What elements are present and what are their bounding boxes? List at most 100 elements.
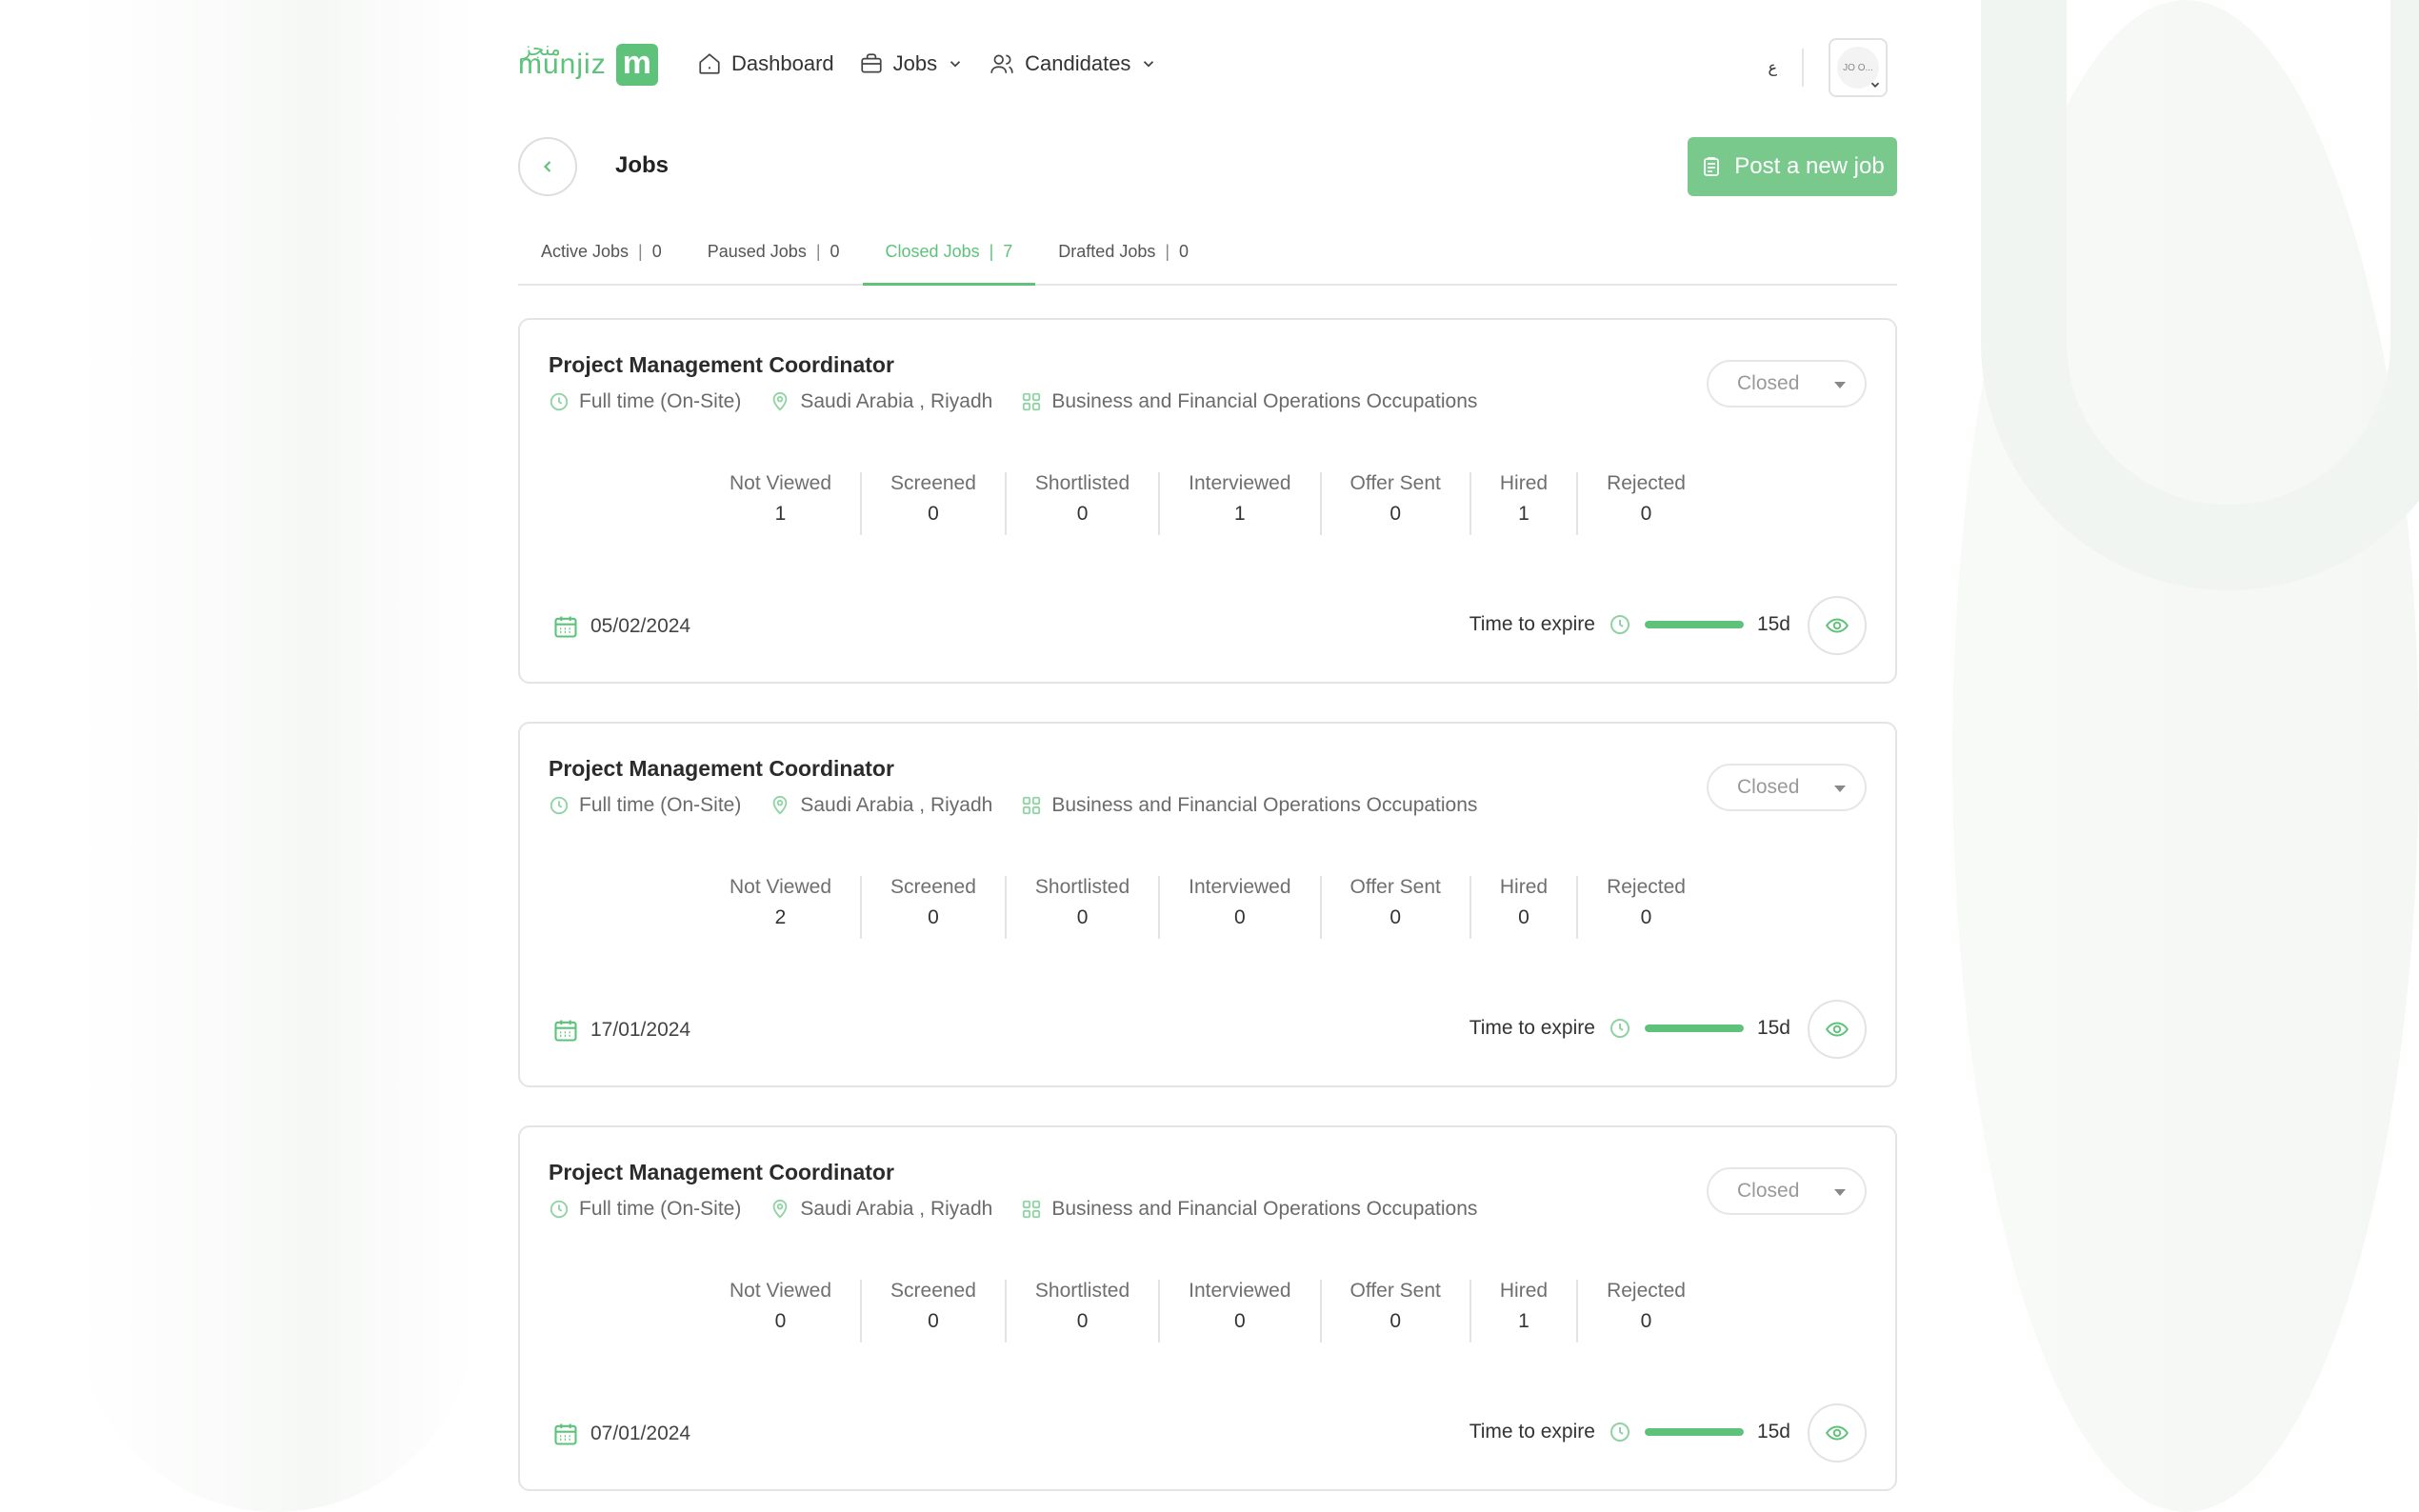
job-category-label: Business and Financial Operations Occupa… [1051, 1198, 1478, 1220]
view-job-button[interactable] [1808, 1000, 1867, 1059]
stat-offer-sent: Offer Sent 0 [1322, 1280, 1471, 1343]
stat-label: Screened [890, 472, 976, 494]
stat-label: Rejected [1607, 472, 1686, 494]
language-switch[interactable]: ع [1768, 58, 1777, 77]
job-title[interactable]: Project Management Coordinator [549, 1160, 894, 1185]
employment-type: Full time (On-Site) [549, 1198, 741, 1221]
job-status-dropdown[interactable]: Closed [1707, 764, 1867, 811]
location-pin-icon [773, 391, 788, 411]
nav-dashboard-label: Dashboard [731, 51, 834, 75]
expire-progress-fill [1644, 1025, 1744, 1032]
stat-screened: Screened 0 [862, 876, 1007, 939]
munjiz-logo[interactable]: منجز munjiz m [518, 39, 658, 86]
calendar-icon [554, 616, 577, 638]
job-location: Saudi Arabia , Riyadh [770, 794, 992, 817]
job-status-dropdown[interactable]: Closed [1707, 1167, 1867, 1215]
time-to-expire-value: 15d [1756, 1421, 1790, 1442]
job-status-value: Closed [1737, 1180, 1800, 1202]
job-title[interactable]: Project Management Coordinator [549, 352, 894, 378]
tab-count: 0 [1179, 242, 1190, 261]
tab-label: Drafted Jobs [1058, 242, 1156, 261]
job-status-dropdown[interactable]: Closed [1707, 360, 1867, 408]
stat-value: 0 [1640, 906, 1652, 928]
job-title[interactable]: Project Management Coordinator [549, 756, 894, 782]
employment-type: Full time (On-Site) [549, 390, 741, 413]
stat-not-viewed: Not Viewed 2 [701, 876, 863, 939]
stat-value: 0 [774, 1310, 787, 1332]
job-meta: Full time (On-Site) Saudi Arabia , Riyad… [549, 794, 1477, 817]
stat-offer-sent: Offer Sent 0 [1322, 472, 1471, 535]
stat-value: 0 [928, 1310, 939, 1332]
job-location: Saudi Arabia , Riyadh [770, 1198, 992, 1221]
user-avatar-menu[interactable]: JO O... [1829, 38, 1888, 97]
category-grid-icon [1023, 392, 1041, 411]
tab-paused-jobs[interactable]: Paused Jobs | 0 [685, 229, 863, 286]
job-category-label: Business and Financial Operations Occupa… [1051, 794, 1478, 816]
eye-icon [1826, 1425, 1849, 1441]
nav-candidates[interactable]: Candidates [989, 51, 1157, 76]
home-icon [699, 53, 720, 74]
tab-drafted-jobs[interactable]: Drafted Jobs | 0 [1035, 229, 1211, 286]
stat-rejected: Rejected 0 [1578, 472, 1714, 535]
caret-down-icon [1834, 786, 1846, 792]
job-location-label: Saudi Arabia , Riyadh [800, 390, 993, 412]
stat-value: 0 [1640, 503, 1652, 525]
stat-value: 0 [928, 503, 939, 525]
logo-wordmark: منجز munjiz [518, 39, 607, 79]
post-new-job-button[interactable]: Post a new job [1688, 137, 1897, 196]
top-header: منجز munjiz m Dashboard Jobs Candidates [518, 34, 1897, 101]
stat-shortlisted: Shortlisted 0 [1007, 1280, 1161, 1343]
job-status-tabs: Active Jobs | 0 Paused Jobs | 0 Closed Jobs |… [518, 229, 1897, 286]
back-button[interactable] [518, 137, 577, 196]
employment-type-label: Full time (On-Site) [579, 1198, 742, 1220]
job-posted-date: 07/01/2024 [552, 1421, 690, 1447]
stat-hired: Hired 1 [1471, 472, 1579, 535]
nav-dashboard[interactable]: Dashboard [697, 51, 834, 76]
stat-value: 0 [1389, 503, 1402, 525]
view-job-button[interactable] [1808, 596, 1867, 655]
job-location: Saudi Arabia , Riyadh [770, 390, 992, 413]
tab-active-jobs[interactable]: Active Jobs | 0 [518, 229, 685, 286]
time-to-expire-value: 15d [1756, 613, 1790, 635]
stat-shortlisted: Shortlisted 0 [1007, 876, 1161, 939]
pipeline-stats: Not Viewed 2 Screened 0 Shortlisted 0 Intervie… [701, 876, 1714, 939]
clock-icon [550, 1200, 569, 1219]
stat-label: Screened [890, 876, 976, 898]
stat-value: 0 [1076, 906, 1089, 928]
stat-hired: Hired 0 [1471, 876, 1579, 939]
expire-progress-fill [1644, 1428, 1744, 1436]
nav-candidates-label: Candidates [1025, 51, 1131, 75]
job-posted-date: 05/02/2024 [552, 613, 690, 640]
post-new-job-label: Post a new job [1734, 153, 1885, 179]
clock-icon [1609, 1422, 1629, 1442]
category-grid-icon [1023, 1200, 1041, 1219]
page-container: منجز munjiz m Dashboard Jobs Candidates [518, 0, 1897, 1512]
chevron-down-icon [1870, 82, 1880, 88]
nav-jobs[interactable]: Jobs [859, 51, 964, 76]
tab-count: 7 [1003, 242, 1013, 261]
logo-arabic: منجز [522, 39, 561, 60]
stat-label: Interviewed [1189, 1280, 1291, 1302]
time-to-expire-label: Time to expire [1469, 1421, 1595, 1442]
job-location-label: Saudi Arabia , Riyadh [800, 794, 993, 816]
tab-closed-jobs[interactable]: Closed Jobs | 7 [862, 229, 1036, 286]
chevron-left-icon [543, 161, 551, 172]
clock-icon [550, 392, 569, 411]
briefcase-icon [861, 53, 882, 73]
stat-value: 2 [774, 906, 787, 928]
stat-value: 0 [1389, 1310, 1402, 1332]
stat-value: 0 [928, 906, 939, 928]
stat-not-viewed: Not Viewed 1 [701, 472, 863, 535]
tab-count: 0 [830, 242, 840, 261]
background-decoration-ring [1981, 0, 2419, 590]
users-icon [990, 54, 1013, 73]
stat-label: Not Viewed [730, 876, 832, 898]
stat-label: Rejected [1607, 1280, 1686, 1302]
view-job-button[interactable] [1808, 1403, 1867, 1462]
job-card: Project Management Coordinator Full time… [518, 1125, 1897, 1491]
eye-icon [1826, 1022, 1849, 1037]
job-category: Business and Financial Operations Occupa… [1021, 1198, 1477, 1221]
tab-separator: | [1165, 242, 1170, 261]
clipboard-icon [1704, 157, 1720, 176]
pipeline-stats: Not Viewed 1 Screened 0 Shortlisted 0 Intervie… [701, 472, 1714, 535]
